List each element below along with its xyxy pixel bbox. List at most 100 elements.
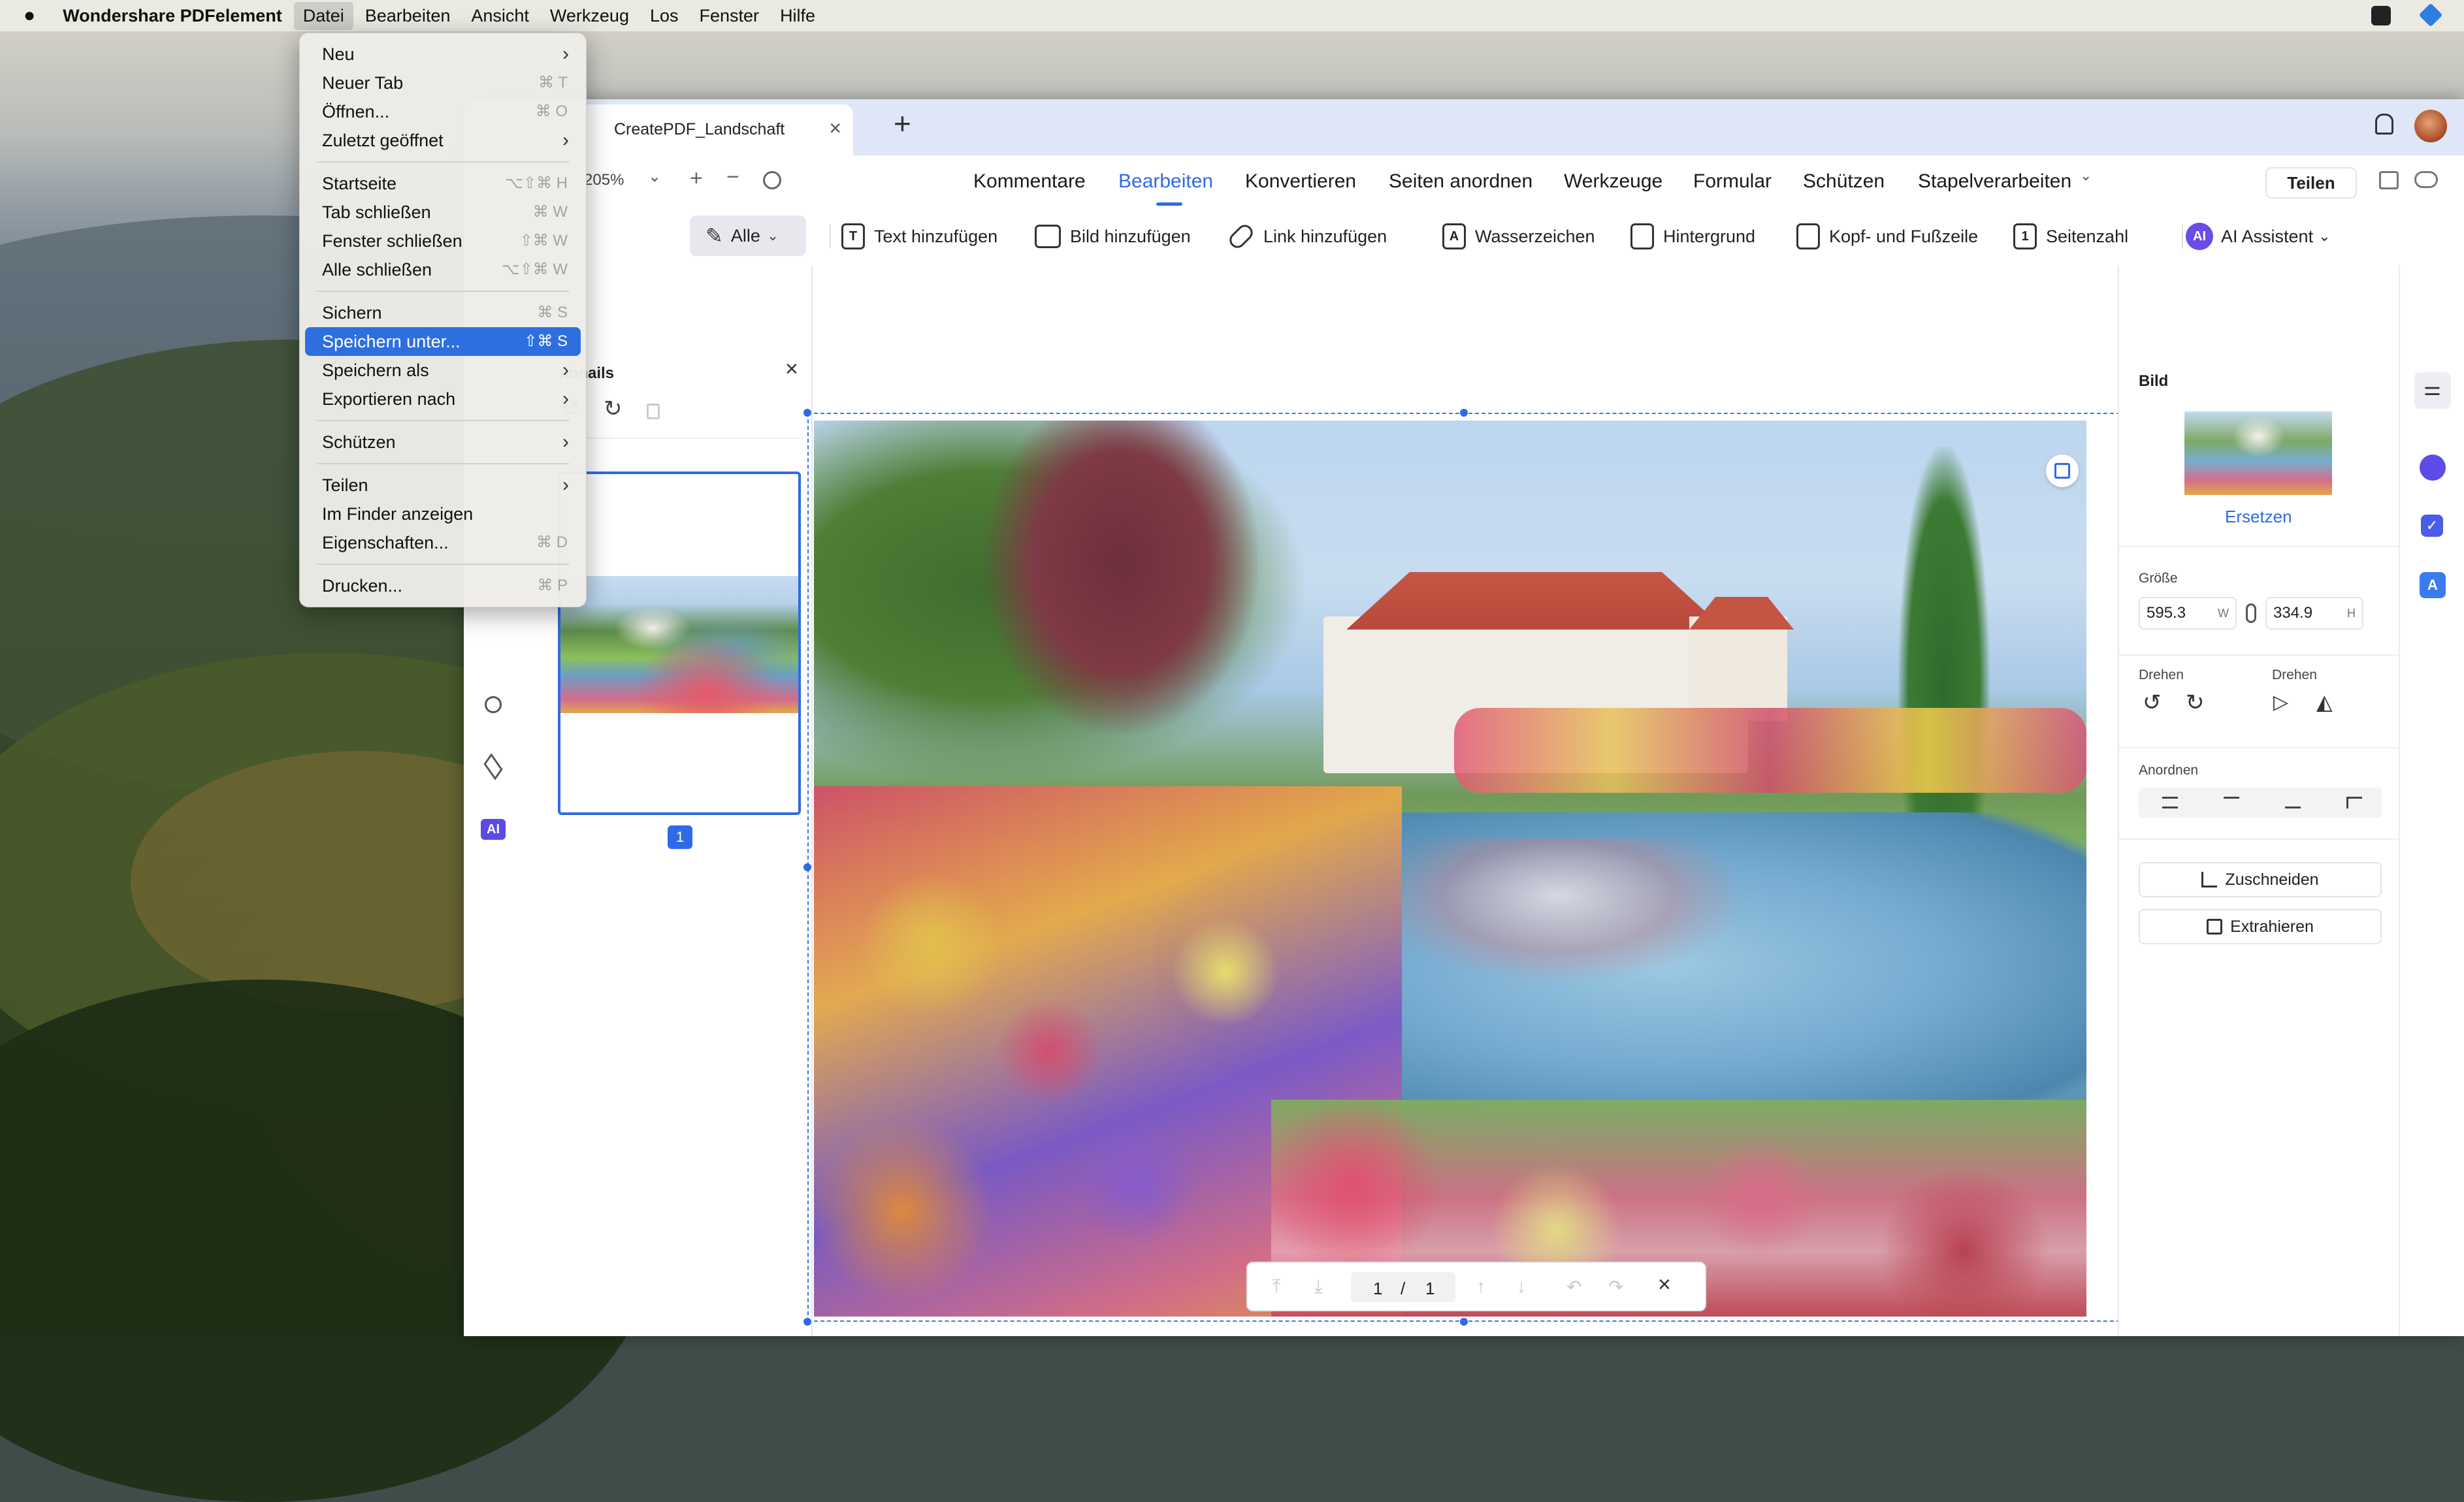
close-tab-icon[interactable]: × [829, 116, 841, 140]
text-box-icon: T [841, 223, 865, 249]
flip-horizontal-icon[interactable]: ▷ [2273, 691, 2288, 714]
ai-assistant-button[interactable]: AI AI Assistent ⌄ [2186, 217, 2331, 256]
rotate-cw-icon[interactable]: ↻ [2186, 690, 2205, 716]
translate-icon[interactable]: A [2420, 572, 2446, 598]
link-ratio-icon[interactable] [2246, 603, 2256, 623]
selection-handle-tm[interactable] [1460, 409, 1468, 417]
zoom-dropdown-chevron-icon[interactable]: ⌄ [648, 167, 661, 186]
tab-konvertieren[interactable]: Konvertieren [1245, 155, 1356, 208]
menu-item-speichern-unter[interactable]: Speichern unter... ⇧⌘ S [305, 327, 581, 356]
task-check-icon[interactable]: ✓ [2421, 515, 2443, 537]
selection-handle-bl[interactable] [803, 1318, 811, 1326]
zoom-level[interactable]: 205% [584, 171, 624, 189]
tab-schuetzen[interactable]: Schützen [1803, 155, 1885, 208]
previous-page-icon[interactable]: ↑ [1476, 1276, 1485, 1297]
image-frame-icon[interactable] [2046, 455, 2079, 487]
tab-seiten-anordnen[interactable]: Seiten anordnen [1389, 155, 1532, 208]
menu-ansicht[interactable]: Ansicht [462, 2, 538, 30]
menu-item-oeffnen[interactable]: Öffnen... ⌘ O [305, 97, 581, 126]
width-field[interactable]: 595.3 W [2139, 597, 2237, 630]
undo-icon[interactable]: ↶ [1566, 1276, 1581, 1298]
crop-button[interactable]: Zuschneiden [2139, 862, 2382, 897]
background-button[interactable]: Hintergrund [1630, 217, 1755, 256]
menu-item-drucken[interactable]: Drucken... ⌘ P [305, 571, 581, 600]
add-image-button[interactable]: Bild hinzufügen [1035, 217, 1191, 256]
selection-handle-ml[interactable] [803, 863, 811, 871]
zoom-in-icon[interactable]: + [690, 166, 703, 191]
rotate-ccw-icon[interactable]: ↺ [2143, 690, 2162, 716]
selection-handle-tl[interactable] [803, 409, 811, 417]
extract-button[interactable]: Extrahieren [2139, 909, 2382, 944]
search-icon[interactable] [485, 696, 502, 713]
menu-item-sichern[interactable]: Sichern ⌘ S [305, 298, 581, 327]
replace-image-link[interactable]: Ersetzen [2225, 507, 2292, 527]
menu-item-exportieren-nach[interactable]: Exportieren nach › [305, 385, 581, 413]
menu-fenster[interactable]: Fenster [690, 2, 769, 30]
menu-item-schuetzen[interactable]: Schützen › [305, 428, 581, 456]
align-stretch-icon[interactable] [2346, 797, 2362, 808]
user-avatar[interactable] [2414, 110, 2447, 142]
delete-page-icon[interactable] [647, 404, 660, 419]
menu-item-tab-schliessen[interactable]: Tab schließen ⌘ W [305, 198, 581, 227]
page-number-button[interactable]: 1 Seitenzahl [2013, 217, 2128, 256]
zoom-out-icon[interactable]: − [726, 165, 739, 190]
tab-bearbeiten[interactable]: Bearbeiten [1118, 155, 1213, 208]
add-link-button[interactable]: Link hinzufügen [1226, 217, 1387, 256]
watermark-button[interactable]: A Wasserzeichen [1442, 217, 1595, 256]
tab-stapelverarbeiten[interactable]: Stapelverarbeiten [1918, 155, 2071, 208]
close-panel-icon[interactable]: × [785, 357, 798, 382]
flip-vertical-icon[interactable]: ◭ [2316, 690, 2333, 714]
landscape-painting-image[interactable] [814, 421, 2086, 1317]
document-tab[interactable]: CreatePDF_Landschaft × [572, 104, 853, 155]
menu-item-alle-schliessen[interactable]: Alle schließen ⌥⇧⌘ W [305, 255, 581, 284]
menu-item-fenster-schliessen[interactable]: Fenster schließen ⇧⌘ W [305, 227, 581, 255]
page-thumbnail[interactable] [558, 471, 801, 815]
height-field[interactable]: 334.9 H [2265, 597, 2363, 630]
menu-item-neuer-tab[interactable]: Neuer Tab ⌘ T [305, 69, 581, 97]
zoom-fit-icon[interactable] [763, 171, 781, 189]
new-tab-button[interactable]: + [894, 106, 911, 141]
status-diamond-icon[interactable] [2418, 3, 2443, 27]
menu-item-speichern-als[interactable]: Speichern als › [305, 356, 581, 385]
last-page-icon[interactable]: ⤓ [1314, 1276, 1322, 1298]
apple-icon[interactable]: ● [24, 5, 35, 27]
menu-item-startseite[interactable]: Startseite ⌥⇧⌘ H [305, 169, 581, 198]
menu-los[interactable]: Los [641, 2, 688, 30]
menu-datei[interactable]: Datei [293, 1, 353, 30]
tab-formular[interactable]: Formular [1693, 155, 1772, 208]
tab-kommentare[interactable]: Kommentare [973, 155, 1086, 208]
page-input-box[interactable]: 1 / 1 [1351, 1272, 1455, 1302]
layers-icon[interactable] [483, 753, 503, 780]
rotate-right-icon[interactable]: ↻ [604, 396, 623, 422]
menu-item-neu[interactable]: Neu › [305, 40, 581, 69]
next-page-icon[interactable]: ↓ [1517, 1276, 1526, 1297]
align-top-icon[interactable] [2224, 797, 2239, 808]
header-footer-button[interactable]: Kopf- und Fußzeile [1796, 217, 1978, 256]
menu-item-zuletzt-geoeffnet[interactable]: Zuletzt geöffnet › [305, 126, 581, 155]
menu-item-im-finder-anzeigen[interactable]: Im Finder anzeigen [305, 500, 581, 528]
ai-rail-icon[interactable]: AI [481, 819, 506, 840]
menu-item-teilen[interactable]: Teilen › [305, 471, 581, 500]
selection-handle-bm[interactable] [1460, 1318, 1468, 1326]
share-button[interactable]: Teilen [2265, 167, 2357, 199]
app-name-menu[interactable]: Wondershare PDFelement [54, 2, 291, 30]
properties-panel: Bild Ersetzen Größe 595.3 W 334.9 H Dreh… [2118, 265, 2400, 1336]
menu-hilfe[interactable]: Hilfe [771, 2, 824, 30]
stapel-chevron-icon[interactable]: ⌄ [2080, 167, 2092, 184]
close-navigation-icon[interactable]: × [1658, 1272, 1671, 1298]
menu-werkzeug[interactable]: Werkzeug [541, 2, 638, 30]
network-icon[interactable] [2379, 171, 2399, 189]
align-bottom-icon[interactable] [2285, 797, 2301, 808]
tab-werkzeuge[interactable]: Werkzeuge [1564, 155, 1662, 208]
menu-item-eigenschaften[interactable]: Eigenschaften... ⌘ D [305, 528, 581, 557]
menu-bearbeiten[interactable]: Bearbeiten [356, 2, 460, 30]
align-center-v-icon[interactable] [2162, 797, 2178, 808]
status-app-icon[interactable] [2371, 6, 2391, 25]
ai-bot-icon[interactable] [2420, 455, 2446, 481]
first-page-icon[interactable]: ⤒ [1273, 1276, 1280, 1298]
select-all-dropdown[interactable]: ✎ Alle ⌄ [690, 216, 806, 256]
add-text-button[interactable]: T Text hinzufügen [841, 217, 997, 256]
notification-bell-icon[interactable] [2375, 114, 2393, 135]
redo-icon[interactable]: ↷ [1608, 1276, 1623, 1298]
cloud-upload-icon[interactable] [2414, 171, 2438, 188]
